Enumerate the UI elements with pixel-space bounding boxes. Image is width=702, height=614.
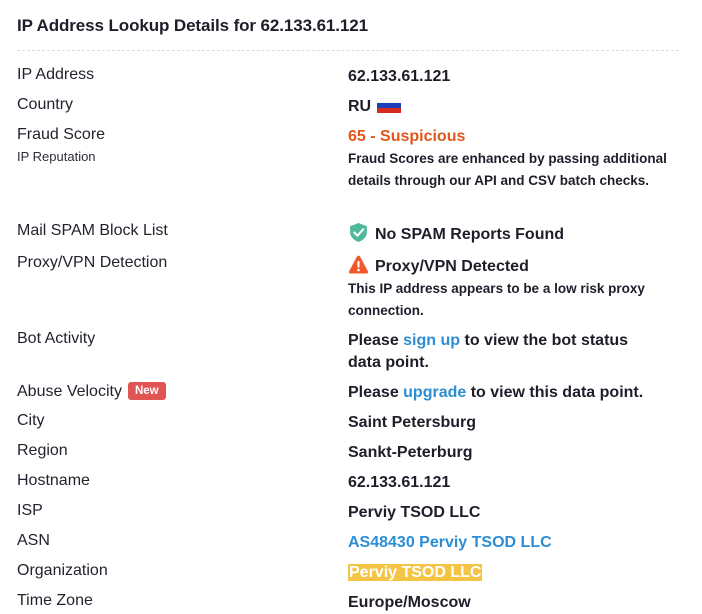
hostname-value: 62.133.61.121	[348, 474, 451, 491]
proxy-label: Proxy/VPN Detection	[17, 254, 168, 271]
upgrade-link[interactable]: upgrade	[403, 384, 466, 401]
country-code: RU	[348, 98, 372, 115]
abuse-velocity-text: Abuse Velocity	[17, 383, 122, 400]
ip-lookup-panel: IP Address Lookup Details for 62.133.61.…	[0, 0, 702, 614]
russian-flag-icon	[377, 98, 402, 113]
page-title: IP Address Lookup Details for 62.133.61.…	[17, 16, 368, 35]
abuse-velocity-label: Abuse Velocity New	[17, 382, 166, 401]
organization-value: Perviy TSOD LLC	[348, 562, 678, 584]
time-zone-label: Time Zone	[17, 592, 93, 609]
asn-label: ASN	[17, 532, 50, 549]
asn-link[interactable]: AS48430 Perviy TSOD LLC	[348, 534, 552, 551]
isp-value: Perviy TSOD LLC	[348, 504, 481, 521]
spam-status-text: No SPAM Reports Found	[375, 226, 565, 243]
abuse-suffix: to view this data point.	[466, 384, 644, 401]
isp-label: ISP	[17, 502, 43, 519]
divider	[17, 50, 679, 51]
fraud-score-text: 65 - Suspicious	[348, 128, 466, 145]
time-zone-value: Europe/Moscow	[348, 594, 471, 611]
proxy-note: This IP address appears to be a low risk…	[348, 281, 645, 318]
city-value: Saint Petersburg	[348, 414, 477, 431]
city-label: City	[17, 412, 45, 429]
proxy-value: Proxy/VPN Detected This IP address appea…	[348, 254, 678, 322]
organization-label: Organization	[17, 562, 108, 579]
bot-activity-label: Bot Activity	[17, 330, 96, 347]
ip-reputation-sublabel: IP Reputation	[17, 149, 96, 164]
fraud-score-label: Fraud Score	[17, 126, 106, 143]
region-label: Region	[17, 442, 68, 459]
organization-highlight: Perviy TSOD LLC	[348, 564, 483, 581]
new-badge: New	[127, 382, 166, 400]
spam-value: No SPAM Reports Found	[348, 222, 678, 246]
spam-label: Mail SPAM Block List	[17, 222, 168, 239]
ip-address-value: 62.133.61.121	[348, 68, 451, 85]
country-value: RU	[348, 96, 678, 118]
fraud-score-value: 65 - Suspicious Fraud Scores are enhance…	[348, 126, 678, 192]
ip-address-label: IP Address	[17, 66, 95, 83]
asn-value: AS48430 Perviy TSOD LLC	[348, 532, 678, 554]
shield-check-icon	[350, 223, 367, 242]
hostname-label: Hostname	[17, 472, 90, 489]
abuse-velocity-value: Please upgrade to view this data point.	[348, 382, 678, 404]
proxy-status-text: Proxy/VPN Detected	[375, 258, 529, 275]
fraud-score-note: Fraud Scores are enhanced by passing add…	[348, 151, 667, 188]
bot-activity-value: Please sign up to view the bot status da…	[348, 330, 653, 374]
warning-icon	[348, 255, 369, 274]
region-value: Sankt-Peterburg	[348, 444, 473, 461]
bot-prefix: Please	[348, 332, 404, 349]
abuse-prefix: Please	[348, 384, 404, 401]
sign-up-link[interactable]: sign up	[403, 332, 460, 349]
country-label: Country	[17, 96, 74, 113]
